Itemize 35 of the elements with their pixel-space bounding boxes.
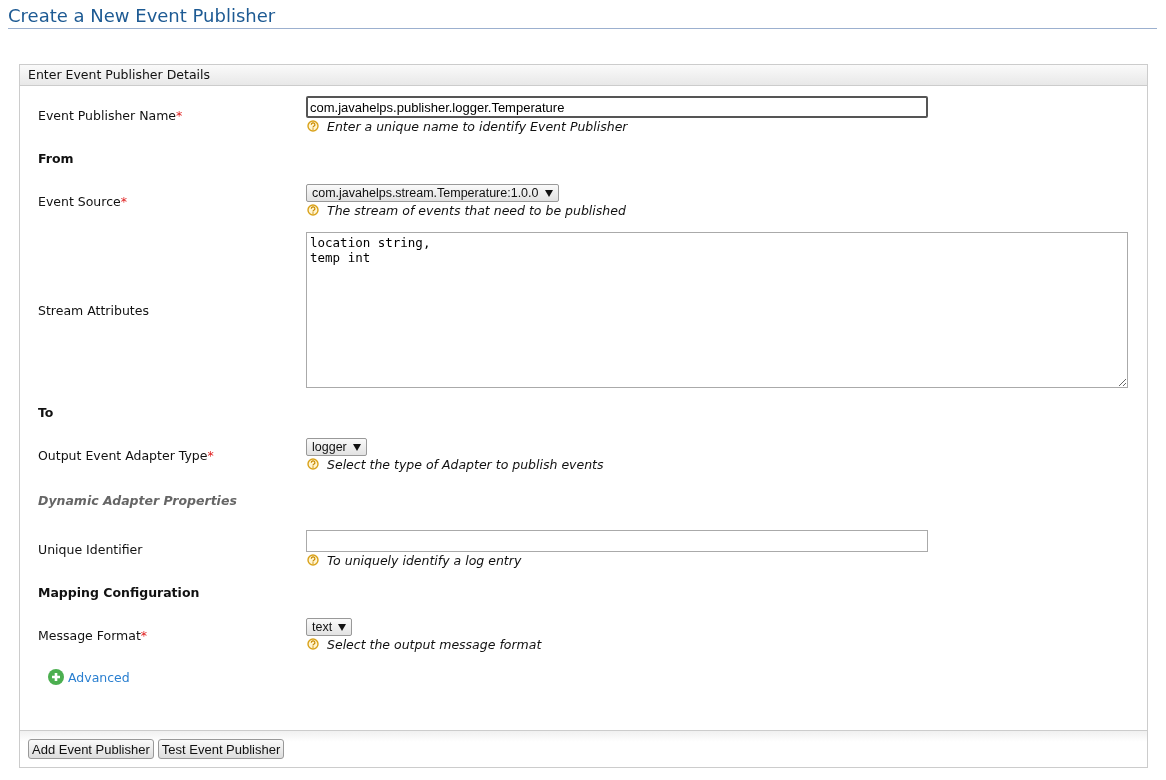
help-icon — [307, 638, 319, 650]
field-label: Unique Identifier — [38, 541, 144, 557]
text-input[interactable] — [306, 530, 928, 552]
caret-icon — [338, 623, 347, 631]
plus-icon — [48, 669, 64, 685]
text-input[interactable]: com.javahelps.publisher.logger.Temperature — [306, 96, 928, 118]
help-text: Enter a unique name to identify Event Publisher — [327, 118, 628, 134]
caret-icon — [544, 189, 553, 197]
advanced-link[interactable]: Advanced — [68, 669, 130, 685]
form-button[interactable]: Test Event Publisher — [157, 739, 285, 759]
section-heading: Mapping Configuration — [38, 584, 201, 602]
field-label: Event Publisher Name* — [38, 107, 184, 123]
help-icon — [307, 554, 319, 566]
form-button[interactable]: Add Event Publisher — [28, 739, 154, 759]
help-text: To uniquely identify a log entry — [327, 552, 522, 568]
help-icon — [307, 120, 319, 132]
help-text: Select the output message format — [327, 636, 542, 652]
dropdown[interactable]: text — [306, 618, 353, 636]
dropdown[interactable]: com.javahelps.stream.Temperature:1.0.0 — [306, 184, 559, 202]
field-label: Stream Attributes — [38, 302, 150, 318]
section-heading: Dynamic Adapter Properties — [38, 492, 238, 510]
panel-header: Enter Event Publisher Details — [20, 65, 1147, 86]
help-text: Select the type of Adapter to publish events — [327, 456, 604, 472]
help-text: The stream of events that need to be published — [327, 202, 626, 218]
field-label: Message Format* — [38, 627, 149, 643]
field-label: Output Event Adapter Type* — [38, 447, 215, 463]
help-icon — [307, 458, 319, 470]
dropdown[interactable]: logger — [306, 438, 367, 456]
field-label: Event Source* — [38, 193, 128, 209]
caret-icon — [352, 443, 361, 451]
section-heading: To — [38, 404, 55, 422]
help-icon — [307, 204, 319, 216]
text-area[interactable]: location string, temp int — [306, 232, 1128, 388]
section-heading: From — [38, 150, 75, 168]
page-title: Create a New Event Publisher — [8, 8, 1157, 29]
